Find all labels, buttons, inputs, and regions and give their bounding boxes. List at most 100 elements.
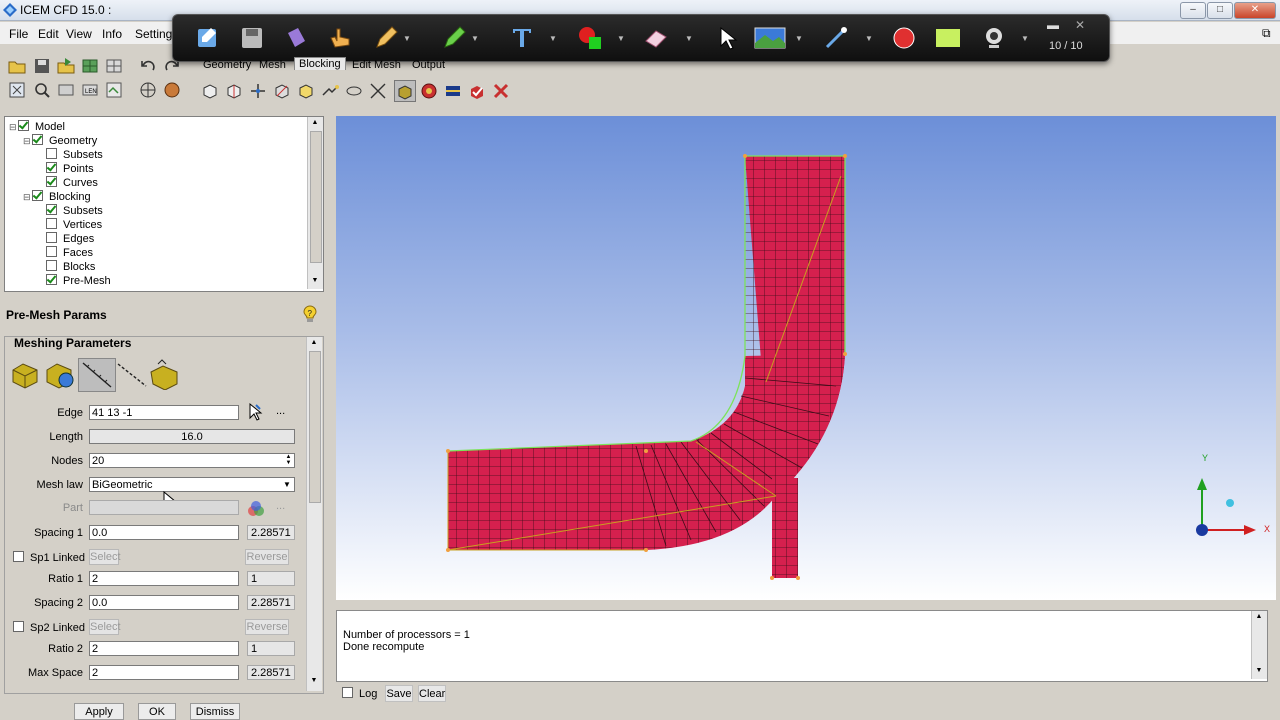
tree-checkbox[interactable] — [46, 274, 57, 285]
line-dropdown-icon[interactable]: ▼ — [865, 34, 873, 43]
eraser-dropdown-icon[interactable]: ▼ — [685, 34, 693, 43]
edge-input[interactable]: 41 13 -1 — [89, 405, 239, 420]
apply-button[interactable]: Apply — [74, 703, 124, 720]
maxspace-input[interactable]: 2 — [89, 665, 239, 680]
sp2-select-button[interactable]: Select — [89, 619, 121, 635]
merge-vertices-icon[interactable] — [248, 81, 268, 101]
tree-item-blocks[interactable]: Blocks — [9, 260, 111, 274]
recorder-minimize-icon[interactable]: ▬ — [1047, 18, 1059, 32]
edge-params-block-icon[interactable] — [10, 360, 40, 390]
tree-item-curves[interactable]: Curves — [9, 176, 111, 190]
spacing2-input[interactable]: 0.0 — [89, 595, 239, 610]
maximize-button[interactable]: □ — [1207, 2, 1233, 19]
log-checkbox[interactable]: Log — [342, 687, 377, 700]
edit-block-icon[interactable] — [272, 81, 292, 101]
tree-item-vertices[interactable]: Vertices — [9, 218, 111, 232]
background-dropdown-icon[interactable]: ▼ — [795, 34, 803, 43]
tree-scrollbar[interactable]: ▲ ▼ — [307, 117, 323, 289]
color-picker-icon[interactable] — [577, 25, 603, 51]
menu-info[interactable]: Info — [102, 27, 122, 41]
highlight-icon[interactable] — [195, 25, 221, 51]
nodes-spinner[interactable]: 20 — [89, 453, 295, 468]
sp2-reverse-button[interactable]: Reverse — [245, 619, 289, 635]
tree-scroll-thumb[interactable] — [310, 131, 322, 263]
tree-item-faces[interactable]: Faces — [9, 246, 111, 260]
ratio1-input[interactable]: 2 — [89, 571, 239, 586]
params-scroll-thumb[interactable] — [309, 351, 321, 503]
edge-params-globe-icon[interactable] — [44, 360, 76, 390]
tree-item-edges[interactable]: Edges — [9, 232, 111, 246]
pre-mesh-smooth-icon[interactable] — [443, 81, 463, 101]
move-vertex-icon[interactable] — [320, 81, 340, 101]
tree-item-pre-mesh[interactable]: Pre-Mesh — [9, 274, 111, 288]
menu-view[interactable]: View — [66, 27, 92, 41]
console-save-button[interactable]: Save — [385, 685, 413, 702]
close-button[interactable]: ✕ — [1234, 2, 1276, 19]
scale-sizes-icon[interactable] — [148, 358, 182, 390]
tree-checkbox[interactable] — [46, 218, 57, 229]
background-image-icon[interactable] — [753, 25, 787, 51]
clipboard-icon[interactable] — [283, 25, 309, 51]
save-recording-icon[interactable] — [239, 25, 265, 51]
tab-geometry[interactable]: Geometry — [199, 59, 255, 71]
restore-child-icon[interactable]: ⧉ — [1262, 26, 1271, 41]
tree-checkbox[interactable] — [46, 246, 57, 257]
ok-button[interactable]: OK — [138, 703, 176, 720]
eraser-icon[interactable] — [643, 25, 669, 51]
split-block-icon[interactable] — [224, 81, 244, 101]
webcam-icon[interactable] — [981, 25, 1007, 51]
record-icon[interactable] — [891, 25, 917, 51]
console-scrollbar[interactable]: ▲ ▼ — [1251, 611, 1267, 679]
tree-checkbox[interactable] — [32, 134, 43, 145]
tab-output[interactable]: Output — [408, 59, 449, 71]
minimize-button[interactable]: – — [1180, 2, 1206, 19]
tree-item-model[interactable]: ⊟ Model — [9, 120, 111, 134]
tree-item-geometry[interactable]: ⊟ Geometry — [9, 134, 111, 148]
tree-item-subsets[interactable]: Subsets — [9, 148, 111, 162]
graphics-viewport[interactable]: Y X — [336, 116, 1276, 600]
meshlaw-dropdown-icon[interactable]: ▼ — [280, 478, 294, 491]
select-edge-cursor-icon[interactable] — [244, 402, 264, 422]
associate-icon[interactable] — [296, 81, 316, 101]
console-clear-button[interactable]: Clear — [418, 685, 446, 702]
match-edges-icon[interactable] — [114, 360, 150, 390]
color-dropdown-icon[interactable]: ▼ — [617, 34, 625, 43]
console-scroll-down-icon[interactable]: ▼ — [1252, 667, 1266, 674]
edge-more-button[interactable]: ... — [276, 405, 285, 417]
line-tool-icon[interactable] — [823, 25, 849, 51]
tree-checkbox[interactable] — [46, 204, 57, 215]
dismiss-button[interactable]: Dismiss — [190, 703, 240, 720]
wireframe-icon[interactable] — [138, 80, 158, 100]
create-block-icon[interactable] — [200, 81, 220, 101]
tree-checkbox[interactable] — [32, 190, 43, 201]
transform-blocks-icon[interactable] — [344, 81, 364, 101]
meshlaw-select[interactable]: BiGeometric — [89, 477, 295, 492]
tree-checkbox[interactable] — [18, 120, 29, 131]
edit-edge-icon[interactable] — [368, 81, 388, 101]
pointer-hand-icon[interactable] — [327, 25, 353, 51]
help-icon[interactable]: ? — [302, 305, 318, 323]
tab-edit-mesh[interactable]: Edit Mesh — [348, 59, 405, 71]
tree-expander-icon[interactable]: ⊟ — [23, 134, 32, 148]
tree-expander-icon[interactable]: ⊟ — [9, 120, 18, 134]
tree-item-points[interactable]: Points — [9, 162, 111, 176]
distance-icon[interactable]: LEN — [80, 80, 100, 100]
block-checks-icon[interactable] — [467, 81, 487, 101]
open-blocking-icon[interactable] — [104, 56, 124, 76]
tree-checkbox[interactable] — [46, 232, 57, 243]
open-geometry-icon[interactable] — [56, 56, 76, 76]
recorder-close-icon[interactable]: ✕ — [1075, 18, 1085, 32]
params-scroll-down-icon[interactable]: ▼ — [307, 677, 321, 684]
tree-checkbox[interactable] — [46, 176, 57, 187]
tree-expander-icon[interactable]: ⊟ — [23, 190, 32, 204]
webcam-dropdown-icon[interactable]: ▼ — [1021, 34, 1029, 43]
sp1-reverse-button[interactable]: Reverse — [245, 549, 289, 565]
message-console[interactable]: Number of processors = 1 Done recompute … — [336, 610, 1268, 682]
tree-item-blocking[interactable]: ⊟ Blocking — [9, 190, 111, 204]
scroll-down-icon[interactable]: ▼ — [308, 277, 322, 284]
sp1-select-button[interactable]: Select — [89, 549, 121, 565]
text-tool-icon[interactable] — [509, 25, 535, 51]
menu-edit[interactable]: Edit — [38, 27, 59, 41]
menu-file[interactable]: File — [9, 27, 28, 41]
scroll-up-icon[interactable]: ▲ — [308, 119, 322, 126]
